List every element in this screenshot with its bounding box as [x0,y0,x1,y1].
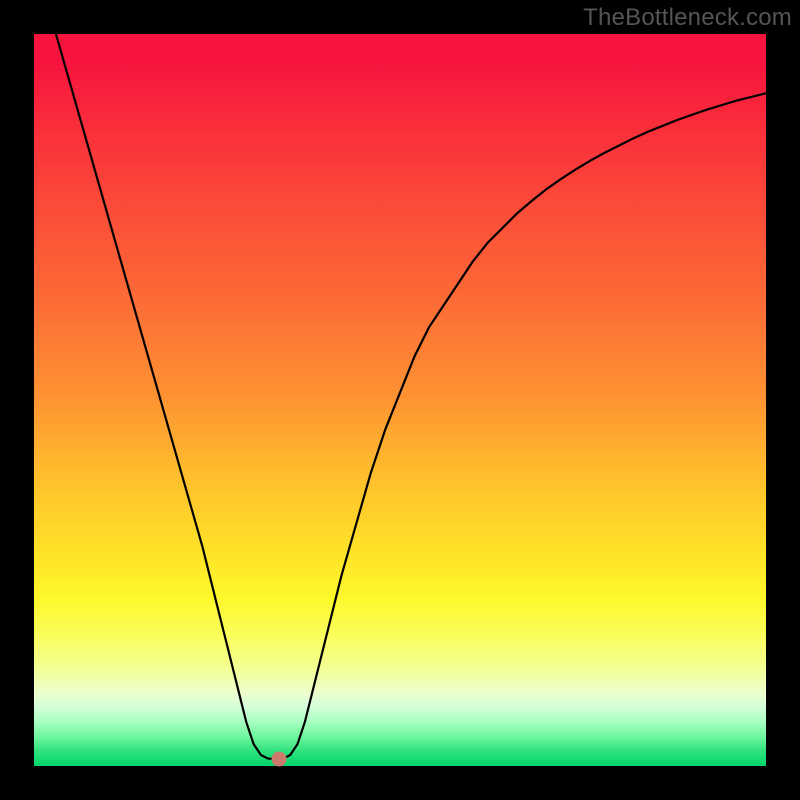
minimum-marker [272,751,287,766]
plot-area [34,34,766,766]
bottleneck-curve [34,34,766,766]
watermark-text: TheBottleneck.com [583,4,792,32]
chart-container: TheBottleneck.com [0,0,800,800]
